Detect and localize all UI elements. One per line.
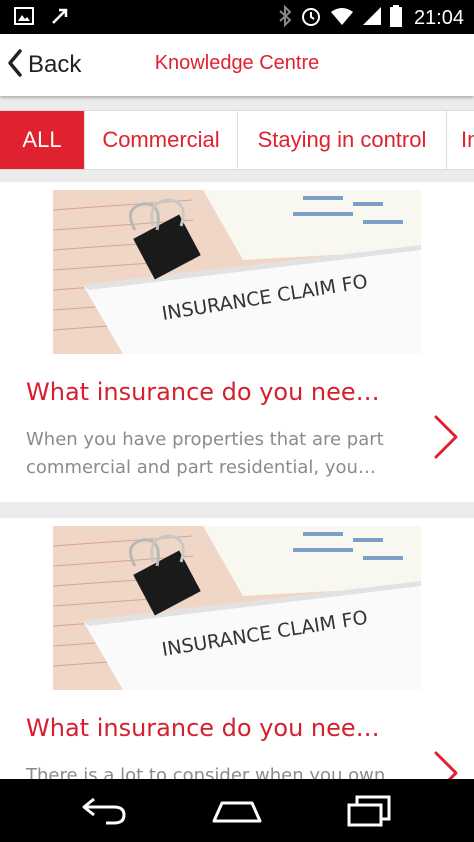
recents-nav-icon[interactable] bbox=[345, 793, 395, 831]
page-title: Knowledge Centre bbox=[154, 52, 320, 74]
insurance-claim-image: INSURANCE CLAIM FO bbox=[53, 190, 421, 354]
bluetooth-icon bbox=[278, 4, 292, 31]
home-nav-icon[interactable] bbox=[210, 793, 264, 831]
article-title: What insurance do you nee… bbox=[26, 714, 380, 742]
tab-all[interactable]: ALL bbox=[0, 111, 85, 169]
article-description: There is a lot to consider when you own bbox=[26, 765, 386, 779]
article-card[interactable]: INSURANCE CLAIM FO What insurance do you… bbox=[0, 518, 474, 779]
flight-icon bbox=[50, 7, 68, 29]
battery-icon bbox=[389, 5, 402, 31]
category-tabs: ALL Commercial Staying in control In bbox=[0, 110, 474, 170]
app-bar: Back Knowledge Centre bbox=[0, 34, 474, 96]
article-description: When you have properties that are part c… bbox=[26, 429, 384, 478]
clock: 21:04 bbox=[413, 6, 464, 29]
chevron-right-icon[interactable] bbox=[432, 750, 460, 779]
article-list: INSURANCE CLAIM FO What insurance do you… bbox=[0, 182, 474, 779]
article-card[interactable]: INSURANCE CLAIM FO What insurance do you… bbox=[0, 182, 474, 502]
tab-commercial[interactable]: Commercial bbox=[85, 111, 238, 169]
back-nav-icon[interactable] bbox=[80, 793, 130, 831]
system-nav-bar bbox=[0, 779, 474, 842]
image-icon bbox=[14, 7, 34, 29]
signal-icon bbox=[362, 6, 382, 30]
chevron-right-icon[interactable] bbox=[432, 414, 460, 464]
article-title: What insurance do you nee… bbox=[26, 378, 380, 406]
insurance-claim-image: INSURANCE CLAIM FO bbox=[53, 526, 421, 690]
alarm-icon bbox=[300, 5, 322, 31]
status-bar: 21:04 bbox=[0, 0, 474, 34]
tab-staying-in-control[interactable]: Staying in control bbox=[238, 111, 447, 169]
tab-insurance[interactable]: In bbox=[447, 111, 474, 169]
wifi-icon bbox=[330, 6, 354, 30]
